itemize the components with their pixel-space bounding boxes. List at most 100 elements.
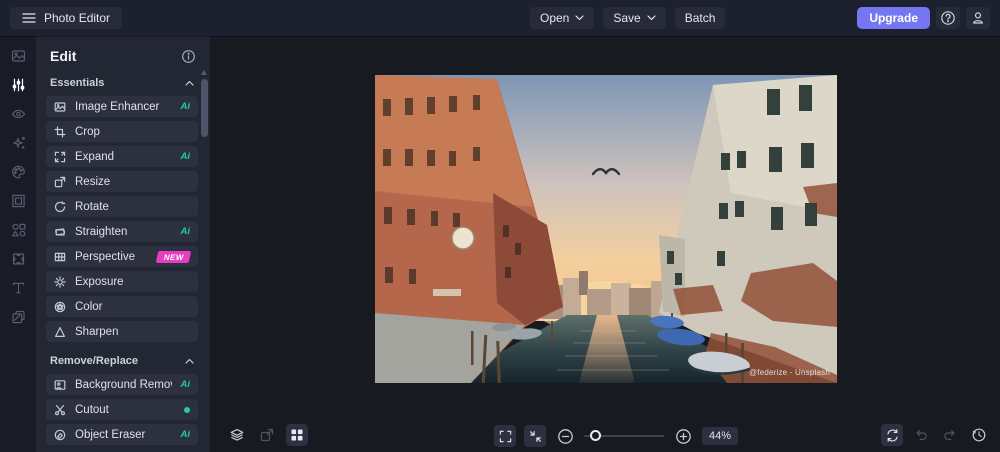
rail-item-text[interactable] xyxy=(5,276,31,300)
item-label: Resize xyxy=(75,175,111,188)
scrollbar-thumb[interactable] xyxy=(201,79,208,137)
move-to-editor-button[interactable] xyxy=(256,424,278,446)
grid-view-button[interactable] xyxy=(286,424,308,446)
rail-item-adjust[interactable] xyxy=(5,73,31,97)
history-button[interactable] xyxy=(968,424,990,446)
panel-title: Edit xyxy=(50,48,77,64)
main-menu-button[interactable]: Photo Editor xyxy=(10,7,123,29)
chevron-up-icon xyxy=(185,358,194,364)
canvas-image[interactable]: @federize - Unsplash xyxy=(375,75,837,383)
account-actions: Upgrade xyxy=(857,7,990,29)
rail-item-photo[interactable] xyxy=(5,44,31,68)
rail-item-frames[interactable] xyxy=(5,189,31,213)
open-label: Open xyxy=(540,11,570,25)
zoom-slider[interactable] xyxy=(584,425,664,447)
sidebar-item-sharpen[interactable]: Sharpen xyxy=(46,321,198,342)
item-label: Sharpen xyxy=(75,325,119,338)
resize-icon xyxy=(54,176,66,188)
straighten-icon xyxy=(54,226,66,238)
zoom-percent-value[interactable]: 44% xyxy=(702,427,738,445)
info-button[interactable] xyxy=(181,49,196,64)
batch-button[interactable]: Batch xyxy=(674,7,726,29)
app-title: Photo Editor xyxy=(44,11,111,25)
panel-header: Edit xyxy=(46,48,198,64)
top-bar: Photo Editor Open Save Batch Upgrade xyxy=(0,0,1000,36)
eye-icon xyxy=(10,106,27,122)
rail-item-elements[interactable] xyxy=(5,218,31,242)
item-label: Color xyxy=(75,300,103,313)
person-icon xyxy=(970,10,986,26)
sidebar-item-perspective[interactable]: Perspective NEW xyxy=(46,246,198,267)
layer-tools xyxy=(226,424,308,446)
item-label: Image Enhancer xyxy=(75,100,160,113)
profile-button[interactable] xyxy=(966,7,990,29)
question-circle-icon xyxy=(940,10,956,26)
zoom-slider-thumb[interactable] xyxy=(590,430,601,441)
undo-button[interactable] xyxy=(910,424,932,446)
expand-icon xyxy=(54,151,66,163)
bottom-toolbar: 44% xyxy=(210,418,1000,452)
panel-scrollbar[interactable] xyxy=(201,70,208,448)
info-circle-icon xyxy=(181,49,196,64)
frame-icon xyxy=(10,193,27,209)
file-actions: Open Save Batch xyxy=(530,7,726,29)
save-button[interactable]: Save xyxy=(603,7,666,29)
palette-icon xyxy=(10,164,27,180)
sidebar-item-background-remover[interactable]: Background Remover Ai xyxy=(46,374,198,395)
help-button[interactable] xyxy=(936,7,960,29)
scroll-up-arrow[interactable] xyxy=(201,70,207,75)
background-remover-icon xyxy=(54,379,66,391)
grid-icon xyxy=(290,428,304,442)
redo-button[interactable] xyxy=(939,424,961,446)
batch-label: Batch xyxy=(684,11,716,25)
section-remove-replace[interactable]: Remove/Replace xyxy=(50,355,194,367)
open-button[interactable]: Open xyxy=(530,7,595,29)
photo-credit-watermark: @federize - Unsplash xyxy=(748,368,830,377)
sidebar-item-straighten[interactable]: Straighten Ai xyxy=(46,221,198,242)
redo-arrow-icon xyxy=(942,427,958,443)
sidebar-item-resize[interactable]: Resize xyxy=(46,171,198,192)
exposure-sun-icon xyxy=(54,275,66,288)
image-enhancer-icon xyxy=(54,101,66,113)
zoom-controls: 44% xyxy=(494,425,738,447)
rail-item-color[interactable] xyxy=(5,160,31,184)
collage-icon xyxy=(10,309,27,325)
active-dot-badge xyxy=(184,406,190,413)
ai-badge: Ai xyxy=(180,429,191,440)
sidebar-item-exposure[interactable]: Exposure xyxy=(46,271,198,292)
sidebar-item-rotate[interactable]: Rotate xyxy=(46,196,198,217)
essentials-list: Image Enhancer Ai Crop Expand Ai Resize … xyxy=(46,96,198,342)
item-label: Background Remover xyxy=(75,378,172,391)
sidebar-item-crop[interactable]: Crop xyxy=(46,121,198,142)
fit-to-screen-button[interactable] xyxy=(524,425,546,447)
perspective-icon xyxy=(54,251,66,263)
canvas-area[interactable]: @federize - Unsplash xyxy=(210,36,1000,452)
fullscreen-button[interactable] xyxy=(494,425,516,447)
rail-item-borders[interactable] xyxy=(5,247,31,271)
ai-badge: Ai xyxy=(180,101,191,112)
rail-item-collage[interactable] xyxy=(5,305,31,329)
compare-button[interactable] xyxy=(881,424,903,446)
rotate-icon xyxy=(54,200,66,213)
section-essentials[interactable]: Essentials xyxy=(50,77,194,89)
fullscreen-corners-icon xyxy=(498,429,513,444)
object-eraser-icon xyxy=(54,429,66,441)
sidebar-item-image-enhancer[interactable]: Image Enhancer Ai xyxy=(46,96,198,117)
item-label: Exposure xyxy=(75,275,124,288)
color-wheel-icon xyxy=(54,301,66,313)
sidebar-item-expand[interactable]: Expand Ai xyxy=(46,146,198,167)
layers-button[interactable] xyxy=(226,424,248,446)
sidebar-item-object-eraser[interactable]: Object Eraser Ai xyxy=(46,424,198,445)
plus-circle-icon xyxy=(675,428,692,445)
sidebar-item-cutout[interactable]: Cutout xyxy=(46,399,198,420)
shapes-icon xyxy=(10,222,27,238)
hamburger-icon xyxy=(22,12,36,24)
zoom-in-button[interactable] xyxy=(672,425,694,447)
rail-item-effects[interactable] xyxy=(5,102,31,126)
sidebar-item-color[interactable]: Color xyxy=(46,296,198,317)
upgrade-button[interactable]: Upgrade xyxy=(857,7,930,29)
edit-panel: Edit Essentials Image Enhancer Ai Crop E… xyxy=(36,36,210,452)
rail-item-ai-tools[interactable] xyxy=(5,131,31,155)
item-label: Cutout xyxy=(75,403,109,416)
zoom-out-button[interactable] xyxy=(554,425,576,447)
